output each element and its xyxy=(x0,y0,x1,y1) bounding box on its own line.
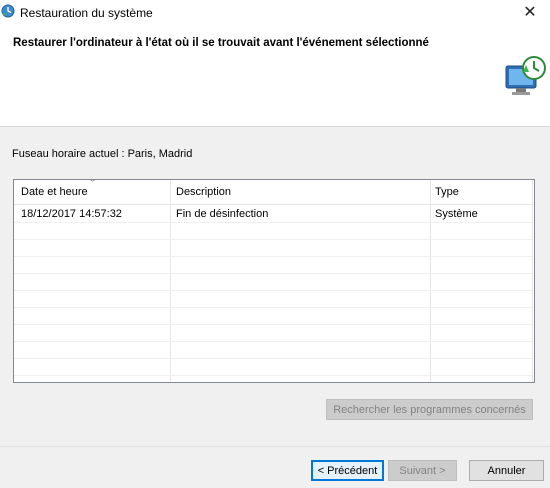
empty-row xyxy=(14,256,534,274)
empty-row xyxy=(14,358,534,376)
table-row[interactable]: 18/12/2017 14:57:32 Fin de désinfection … xyxy=(14,205,534,223)
timezone-label: Fuseau horaire actuel : Paris, Madrid xyxy=(12,148,193,160)
empty-row xyxy=(14,290,534,308)
page-heading: Restaurer l'ordinateur à l'état où il se… xyxy=(13,37,429,49)
empty-row xyxy=(14,239,534,257)
system-restore-small-icon xyxy=(1,4,15,18)
empty-row xyxy=(14,273,534,291)
title-bar: Restauration du système ✕ xyxy=(0,0,550,24)
empty-row xyxy=(14,307,534,325)
wizard-header: Restaurer l'ordinateur à l'état où il se… xyxy=(0,24,550,127)
empty-row xyxy=(14,324,534,342)
cell-date: 18/12/2017 14:57:32 xyxy=(21,208,122,220)
close-button[interactable]: ✕ xyxy=(516,0,544,24)
next-button[interactable]: Suivant > xyxy=(388,460,457,481)
column-header-row: Date et heure ﹀ Description Type xyxy=(14,180,534,205)
cancel-button[interactable]: Annuler xyxy=(469,460,544,481)
previous-button[interactable]: < Précédent xyxy=(311,460,384,481)
close-icon: ✕ xyxy=(523,4,537,21)
column-description[interactable]: Description xyxy=(176,186,231,198)
column-type[interactable]: Type xyxy=(435,186,459,198)
window-title: Restauration du système xyxy=(20,6,153,20)
system-restore-icon xyxy=(505,56,546,95)
column-date[interactable]: Date et heure xyxy=(21,186,88,198)
footer-divider xyxy=(0,446,550,447)
restore-points-list[interactable]: Date et heure ﹀ Description Type 18/12/2… xyxy=(13,179,535,383)
empty-row xyxy=(14,341,534,359)
cell-type: Système xyxy=(435,208,478,220)
empty-row xyxy=(14,222,534,240)
cell-description: Fin de désinfection xyxy=(176,208,269,220)
sort-chevron-icon: ﹀ xyxy=(89,180,96,187)
scan-affected-programs-button[interactable]: Rechercher les programmes concernés xyxy=(326,399,533,420)
